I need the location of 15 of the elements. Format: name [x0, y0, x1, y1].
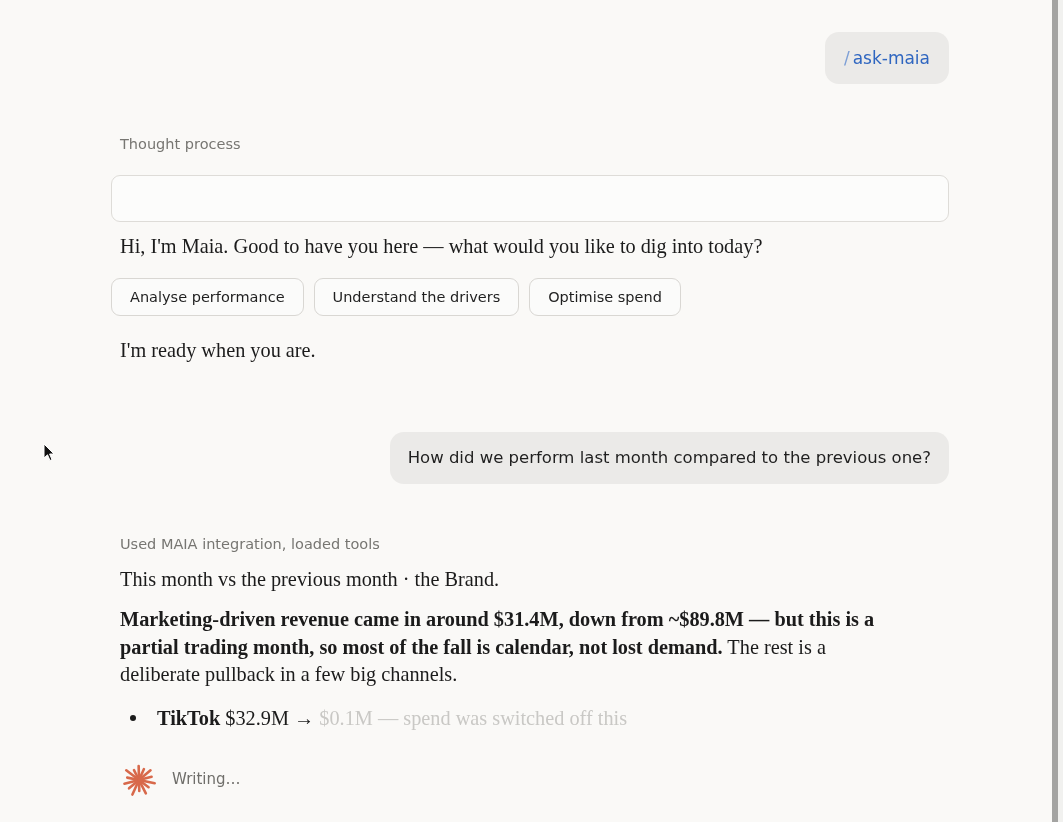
tool-status-label[interactable]: Used MAIA integration, loaded tools [120, 534, 949, 554]
assistant-greeting: Hi, I'm Maia. Good to have you here — what would you like to dig into today? [120, 234, 764, 260]
command-message: / ask-maia [824, 32, 949, 84]
user-message: How did we perform last month compared to the previous one? [389, 432, 949, 484]
assistant-message: I'm ready when you are. [120, 338, 317, 364]
starburst-icon [122, 762, 156, 797]
bullet-icon [130, 714, 136, 721]
mouse-pointer-icon [43, 443, 55, 462]
reply-summary: Marketing-driven revenue came in around $31.4M, down from ~$89.8M — but this is a partial trading month, so most of the fall is calendar, not lost demand. The rest is a deliberate pullback in a few big channels. [120, 607, 876, 688]
suggestion-button[interactable]: Optimise spend [529, 278, 681, 316]
thought-process-label[interactable]: Thought process [120, 134, 949, 154]
suggestion-button[interactable]: Understand the drivers [313, 278, 520, 316]
reply-subtitle: This month vs the previous month · the Brand. [120, 567, 501, 593]
status-text: Writing… [172, 769, 241, 791]
suggestion-button[interactable]: Analyse performance [111, 278, 304, 316]
